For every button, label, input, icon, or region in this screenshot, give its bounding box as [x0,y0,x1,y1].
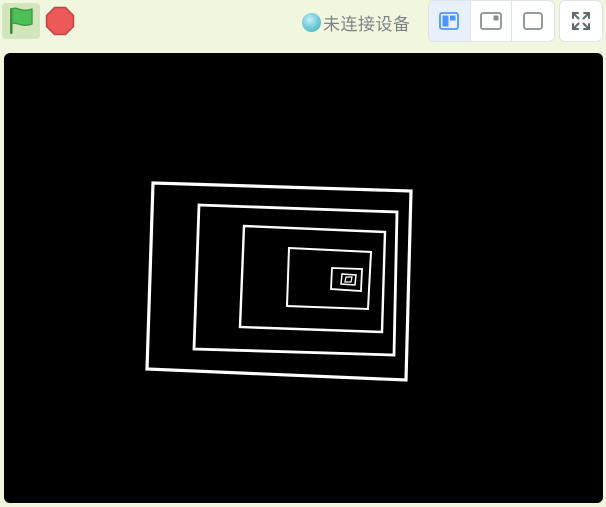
device-connection-status[interactable]: 未连接设备 [302,9,411,35]
full-stage-layout-button[interactable] [512,1,554,41]
small-stage-layout-button[interactable] [429,1,471,41]
large-stage-layout-button[interactable] [471,1,513,41]
full-stage-layout-icon [523,12,544,30]
app-root: 未连接设备 [0,0,606,507]
stage-canvas[interactable] [4,53,603,503]
stage-layout-switcher [428,0,555,42]
stop-button[interactable] [43,4,77,38]
drawn-square-5 [330,267,363,292]
drawn-square-6 [340,273,357,286]
stage-toolbar: 未连接设备 [0,0,606,48]
drawn-square-4 [285,246,373,311]
fullscreen-button[interactable] [559,0,603,42]
small-stage-layout-icon [439,12,460,30]
stop-sign-icon [45,6,75,36]
green-flag-button[interactable] [2,3,40,39]
status-dot-icon [302,12,321,32]
stage-drawing [145,181,413,382]
large-stage-layout-icon [480,12,502,30]
drawn-square-7 [344,276,353,283]
green-flag-icon [10,7,33,34]
drawn-square-3 [238,224,387,334]
fullscreen-icon [572,12,590,30]
device-status-label: 未连接设备 [323,14,411,35]
